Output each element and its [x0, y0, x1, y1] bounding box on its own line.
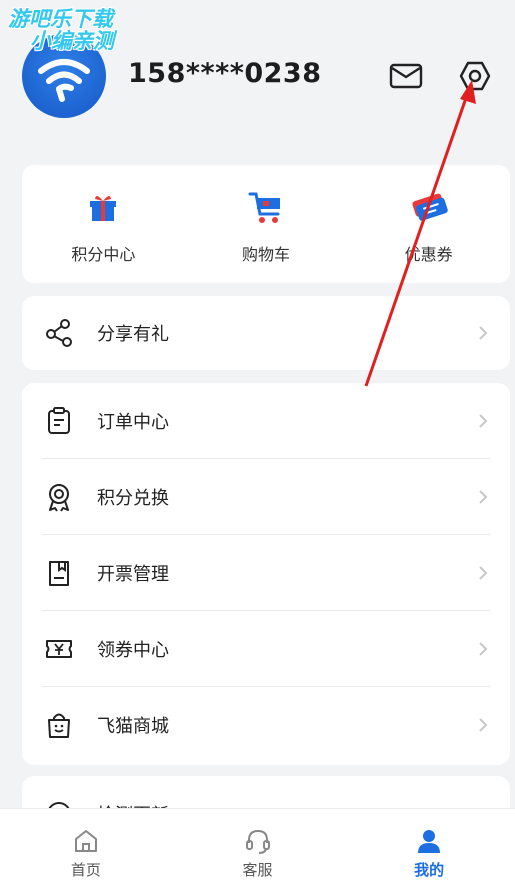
quick-action-label: 优惠券: [404, 245, 453, 264]
chevron-right-icon: [479, 566, 488, 580]
tab-mine[interactable]: 我的: [343, 809, 515, 888]
share-icon: [46, 319, 72, 347]
watermark-line-2: 小编亲测: [30, 29, 114, 53]
menu-item-points-exchange[interactable]: 积分兑换: [22, 459, 510, 535]
invoice-icon: [49, 561, 69, 586]
share-row[interactable]: 分享有礼: [22, 296, 510, 370]
tab-label: 我的: [414, 861, 445, 879]
quick-action-label: 购物车: [242, 245, 291, 264]
menu-item-invoice-management[interactable]: 开票管理: [22, 535, 510, 611]
tab-customer-service[interactable]: 客服: [172, 809, 344, 888]
user-icon: [418, 830, 441, 853]
quick-action-points-center[interactable]: 积分中心: [22, 165, 185, 283]
cart-icon: [248, 192, 280, 223]
tab-home[interactable]: 首页: [0, 809, 172, 888]
coupon-icon: [412, 193, 448, 221]
watermark: 游吧乐下载 小编亲测: [8, 8, 114, 52]
badge-icon: [49, 484, 69, 512]
mail-icon[interactable]: [389, 62, 423, 90]
menu-card: 订单中心 积分兑换 开票管理 领券中心 飞猫商城: [22, 383, 510, 765]
menu-item-label: 积分兑换: [97, 488, 169, 509]
tab-label: 客服: [242, 861, 273, 879]
share-label: 分享有礼: [97, 324, 169, 345]
chevron-right-icon: [479, 326, 488, 340]
menu-item-coupon-center[interactable]: 领券中心: [22, 611, 510, 687]
menu-item-feimao-mall[interactable]: 飞猫商城: [22, 687, 510, 763]
shopping-bag-icon: [48, 713, 70, 738]
chevron-right-icon: [479, 490, 488, 504]
ticket-icon: [46, 640, 72, 658]
quick-action-label: 积分中心: [71, 245, 136, 264]
watermark-line-1: 游吧乐下载: [8, 7, 113, 31]
chevron-right-icon: [479, 642, 488, 656]
bottom-tab-bar: 首页 客服 我的: [0, 808, 515, 888]
quick-action-cart[interactable]: 购物车: [185, 165, 348, 283]
menu-item-label: 开票管理: [97, 564, 169, 585]
settings-icon[interactable]: [457, 58, 493, 94]
home-icon: [74, 830, 97, 852]
menu-item-label: 领券中心: [97, 640, 169, 661]
share-card: 分享有礼: [22, 296, 510, 370]
menu-item-order-center[interactable]: 订单中心: [22, 383, 510, 459]
quick-actions-card: 积分中心 购物车 优惠券: [22, 165, 510, 283]
tab-label: 首页: [70, 861, 101, 879]
phone-number: 158****0238: [128, 58, 322, 89]
menu-item-label: 飞猫商城: [97, 716, 169, 737]
chevron-right-icon: [479, 718, 488, 732]
gift-icon: [90, 195, 117, 221]
menu-item-label: 订单中心: [97, 412, 169, 433]
chevron-right-icon: [479, 414, 488, 428]
headset-icon: [245, 829, 270, 854]
quick-action-coupon[interactable]: 优惠券: [347, 165, 510, 283]
order-icon: [48, 407, 70, 434]
